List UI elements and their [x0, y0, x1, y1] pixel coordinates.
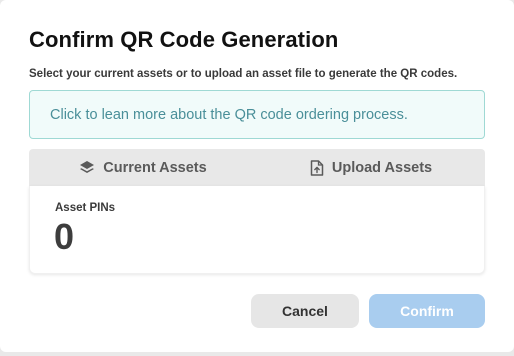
confirm-qr-dialog: Confirm QR Code Generation Select your c…: [0, 0, 514, 352]
cancel-button[interactable]: Cancel: [251, 294, 359, 328]
dialog-subtitle: Select your current assets or to upload …: [29, 68, 458, 80]
layers-icon: [79, 160, 95, 176]
tab-upload-assets-label: Upload Assets: [331, 159, 433, 176]
info-link-box[interactable]: Click to lean more about the QR code ord…: [29, 90, 485, 139]
file-upload-icon: [310, 159, 324, 176]
tab-upload-assets[interactable]: Upload Assets: [257, 149, 485, 186]
asset-pins-label: Asset PINs: [55, 202, 116, 214]
asset-tabs: Current Assets Upload Assets: [29, 149, 485, 186]
info-link-text[interactable]: Click to lean more about the QR code ord…: [50, 107, 408, 123]
dialog-title: Confirm QR Code Generation: [29, 27, 339, 52]
confirm-button[interactable]: Confirm: [369, 294, 485, 328]
asset-pins-count: 0: [54, 216, 75, 257]
tab-current-assets[interactable]: Current Assets: [29, 149, 257, 186]
tab-current-assets-label: Current Assets: [103, 159, 207, 176]
asset-pins-panel: Asset PINs 0: [29, 186, 485, 274]
